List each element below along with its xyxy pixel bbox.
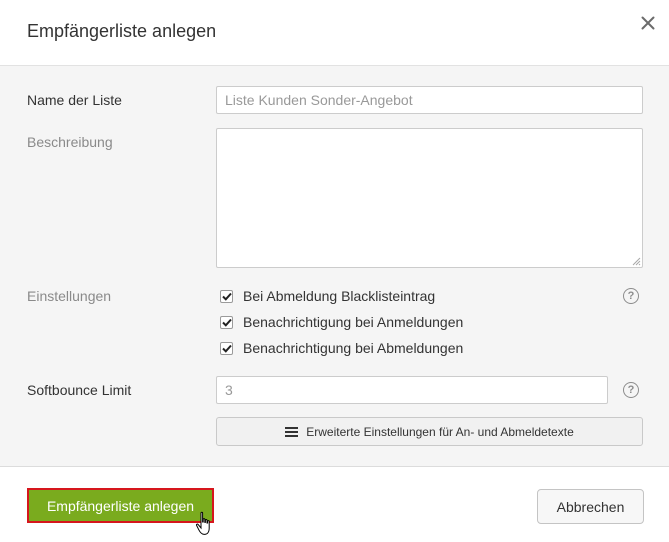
create-recipient-list-dialog: Empfängerliste anlegen Name der Liste Be… [0,0,669,542]
cancel-button[interactable]: Abbrechen [537,489,644,524]
softbounce-label: Softbounce Limit [27,382,132,398]
create-list-button[interactable]: Empfängerliste anlegen [27,488,214,523]
advanced-settings-button[interactable]: Erweiterte Einstellungen für An- und Abm… [216,417,643,446]
notify-subscribe-label: Benachrichtigung bei Anmeldungen [243,314,464,330]
dialog-footer: Empfängerliste anlegen Abbrechen [0,467,669,542]
description-label: Beschreibung [27,134,113,150]
blacklist-label: Bei Abmeldung Blacklisteintrag [243,288,436,304]
menu-lines-icon [285,426,299,437]
close-icon [641,16,655,30]
option-blacklist[interactable]: Bei Abmeldung Blacklisteintrag [220,287,435,305]
notify-unsubscribe-checkbox[interactable] [220,341,233,355]
dialog-title: Empfängerliste anlegen [27,21,217,41]
softbounce-input[interactable] [216,376,608,404]
advanced-settings-label: Erweiterte Einstellungen für An- und Abm… [306,424,574,439]
dialog-body: Name der Liste Beschreibung Einstellunge… [0,66,669,467]
dialog-header: Empfängerliste anlegen [0,0,669,66]
notify-subscribe-checkbox[interactable] [220,315,233,329]
softbounce-help-icon[interactable]: ? [623,382,639,398]
resize-grip-icon[interactable] [631,256,641,266]
notify-unsubscribe-label: Benachrichtigung bei Abmeldungen [243,340,464,356]
list-name-input[interactable] [216,86,643,114]
list-name-label: Name der Liste [27,92,122,108]
blacklist-checkbox[interactable] [220,289,233,303]
option-notify-unsubscribe[interactable]: Benachrichtigung bei Abmeldungen [220,339,463,357]
option-notify-subscribe[interactable]: Benachrichtigung bei Anmeldungen [220,313,463,331]
settings-label: Einstellungen [27,288,112,304]
checkmark-icon [221,292,232,301]
settings-help-icon[interactable]: ? [623,288,639,304]
description-textarea[interactable] [216,128,643,268]
checkmark-icon [221,344,232,353]
checkmark-icon [221,318,232,327]
close-button[interactable] [637,12,659,34]
